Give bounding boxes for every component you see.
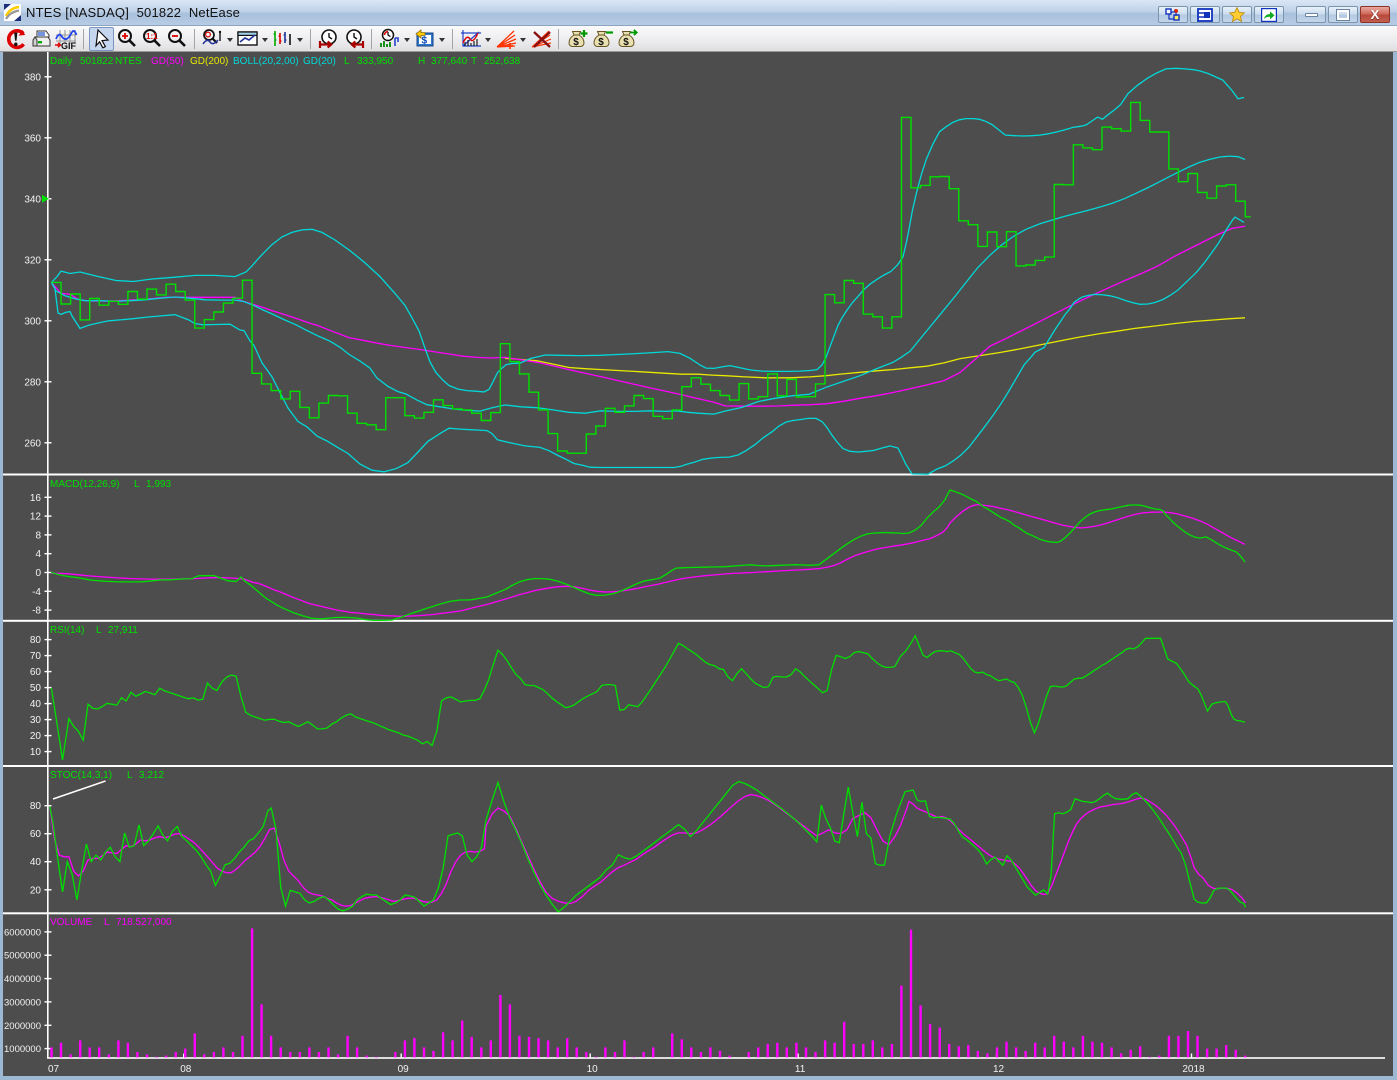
svg-text:$: $	[623, 37, 629, 48]
svg-text:320: 320	[24, 255, 41, 266]
svg-text:$: $	[573, 37, 579, 48]
svg-text:1:1: 1:1	[146, 32, 158, 41]
svg-text:T: T	[471, 56, 477, 67]
svg-text:12: 12	[993, 1064, 1005, 1075]
svg-text:2000000: 2000000	[4, 1021, 41, 1032]
svg-text:08: 08	[180, 1064, 192, 1075]
svg-text:Daily: Daily	[50, 56, 72, 67]
svg-text:380: 380	[24, 72, 41, 83]
svg-text:3000000: 3000000	[4, 997, 41, 1008]
svg-text:333,950: 333,950	[357, 56, 394, 67]
svg-text:16: 16	[30, 493, 42, 504]
svg-text:40: 40	[30, 699, 42, 710]
svg-text:30: 30	[30, 715, 42, 726]
svg-text:11: 11	[795, 1064, 806, 1075]
svg-text:4: 4	[35, 549, 41, 560]
svg-text:377,640: 377,640	[431, 56, 468, 67]
svg-text:STOC(14,3,1): STOC(14,3,1)	[50, 770, 112, 781]
svg-text:5000000: 5000000	[4, 951, 41, 962]
svg-text:12: 12	[30, 512, 42, 523]
svg-text:$: $	[421, 35, 427, 46]
svg-text:-8: -8	[32, 606, 41, 617]
svg-text:RSI(14): RSI(14)	[50, 625, 84, 636]
svg-text:20: 20	[30, 885, 42, 896]
svg-text:70: 70	[30, 651, 42, 662]
svg-text:L: L	[104, 917, 110, 928]
svg-text:L: L	[344, 56, 350, 67]
svg-text:280: 280	[24, 377, 41, 388]
svg-text:MACD(12,26,9): MACD(12,26,9)	[50, 479, 119, 490]
svg-text:1,993: 1,993	[146, 479, 171, 490]
svg-text:NTES: NTES	[115, 56, 142, 67]
svg-text:80: 80	[30, 801, 42, 812]
svg-text:GD(20): GD(20)	[303, 56, 336, 67]
svg-text:6000000: 6000000	[4, 927, 41, 938]
svg-text:L: L	[127, 770, 133, 781]
svg-text:340: 340	[24, 194, 41, 205]
svg-text:1000000: 1000000	[4, 1044, 41, 1055]
svg-text:07: 07	[48, 1064, 60, 1075]
svg-text:80: 80	[30, 635, 42, 646]
svg-text:0: 0	[35, 568, 41, 579]
svg-text:$: $	[598, 37, 604, 48]
svg-text:20: 20	[30, 731, 42, 742]
svg-text:BOLL(20,2,00): BOLL(20,2,00)	[233, 56, 299, 67]
svg-text:L: L	[96, 625, 102, 636]
svg-text:GD(50): GD(50)	[151, 56, 184, 67]
svg-text:60: 60	[30, 667, 42, 678]
svg-text:8: 8	[35, 530, 41, 541]
svg-text:360: 360	[24, 133, 41, 144]
svg-text:260: 260	[24, 438, 41, 449]
svg-text:H: H	[418, 56, 425, 67]
svg-text:VOLUME: VOLUME	[50, 917, 93, 928]
svg-text:501822: 501822	[80, 56, 114, 67]
svg-text:GIF: GIF	[61, 41, 77, 50]
svg-text:252,638: 252,638	[484, 56, 521, 67]
svg-text:09: 09	[398, 1064, 410, 1075]
svg-text:GD(200): GD(200)	[190, 56, 228, 67]
svg-text:60: 60	[30, 829, 42, 840]
svg-text:718.527,000: 718.527,000	[116, 917, 172, 928]
svg-text:3,212: 3,212	[139, 770, 164, 781]
svg-text:-4: -4	[32, 587, 41, 598]
svg-text:2018: 2018	[1182, 1064, 1205, 1075]
svg-text:L: L	[134, 479, 140, 490]
svg-text:40: 40	[30, 857, 42, 868]
svg-text:4000000: 4000000	[4, 974, 41, 985]
svg-text:10: 10	[587, 1064, 599, 1075]
svg-text:300: 300	[24, 316, 41, 327]
svg-text:10: 10	[30, 747, 42, 758]
svg-text:50: 50	[30, 683, 42, 694]
svg-text:27,911: 27,911	[108, 625, 138, 636]
